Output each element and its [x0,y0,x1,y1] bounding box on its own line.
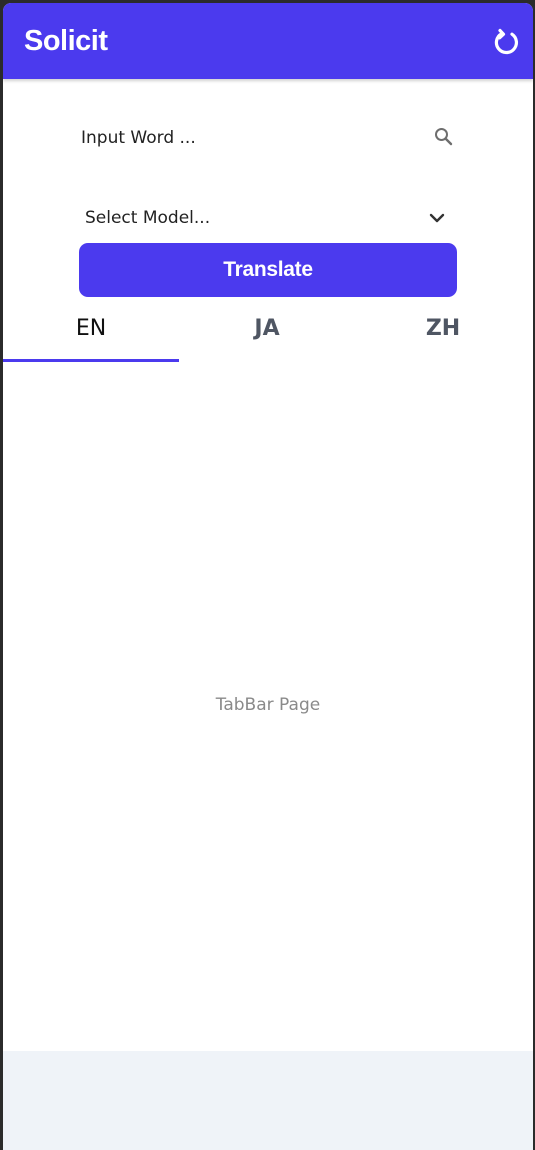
app-bar: Solicit [3,3,533,79]
tab-en[interactable]: EN [3,303,179,359]
refresh-button[interactable] [491,27,521,57]
bottom-panel [3,1051,533,1150]
model-select-label: Select Model... [85,208,211,228]
translate-button[interactable]: Translate [79,243,457,297]
search-field [81,116,457,160]
model-select[interactable]: Select Model... [81,197,457,241]
language-tab-bar: EN JA ZH [3,303,533,363]
tab-ja[interactable]: JA [179,303,355,359]
search-input[interactable] [81,124,411,152]
app-title: Solicit [24,25,108,57]
active-tab-indicator [3,359,179,362]
tab-page-content: TabBar Page [215,695,321,715]
search-icon[interactable] [433,126,455,148]
app-window: Solicit Select Model... Translate EN JA [3,3,533,1150]
refresh-icon [494,28,519,55]
tab-zh[interactable]: ZH [355,303,531,359]
chevron-down-icon [425,206,449,230]
